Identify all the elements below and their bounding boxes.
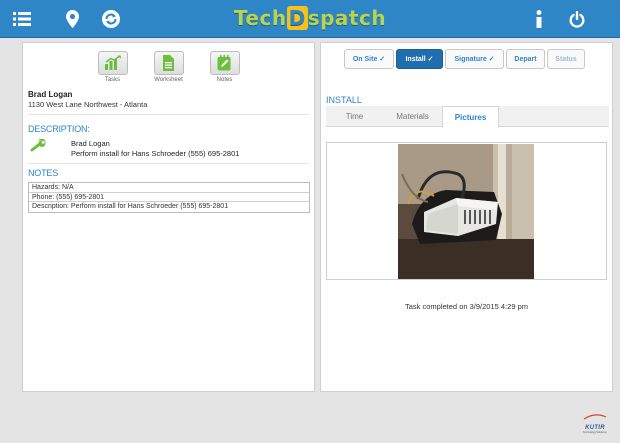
footer [0, 397, 620, 443]
customer-name: Brad Logan [28, 90, 73, 99]
status-steps: On Site ✓ Install ✓ Signature ✓ Depart S… [344, 49, 585, 69]
tab-materials[interactable]: Materials [383, 106, 442, 127]
logo-swoosh-icon [583, 414, 607, 420]
kutir-logo: KUTIR Technology Solutions [582, 407, 608, 434]
picture-frame [326, 142, 607, 280]
notes-label: Notes [216, 77, 233, 83]
notes-title: NOTES [28, 168, 59, 178]
completion-status: Task completed on 3/9/2015 4:29 pm [405, 302, 528, 311]
customer-address: 1130 West Lane Northwest - Atlanta [28, 100, 148, 109]
notes-row: Phone: (555) 695-2801 [29, 193, 309, 202]
on-site-button[interactable]: On Site ✓ [344, 49, 394, 69]
notes-button[interactable]: Notes [209, 51, 240, 83]
description-text: Perform install for Hans Schroeder (555)… [71, 149, 240, 158]
signature-button[interactable]: Signature ✓ [445, 49, 504, 69]
worksheet-label: Worksheet [154, 77, 183, 83]
notes-icon [209, 51, 240, 75]
power-icon[interactable] [568, 0, 586, 38]
notes-table: Hazards: N/A Phone: (555) 695-2801 Descr… [28, 182, 310, 213]
tasks-icon [97, 51, 128, 75]
install-title: INSTALL [326, 95, 362, 105]
status-button[interactable]: Status [547, 49, 585, 69]
tab-pictures[interactable]: Pictures [442, 106, 499, 128]
notes-row: Description: Perform install for Hans Sc… [32, 203, 229, 210]
install-tabs: Time Materials Pictures [326, 106, 609, 128]
wrench-icon [30, 138, 47, 158]
divider [28, 163, 309, 164]
tab-time[interactable]: Time [326, 106, 383, 127]
divider [28, 114, 309, 115]
description-customer-name: Brad Logan [71, 139, 110, 148]
tasks-button[interactable]: Tasks [97, 51, 128, 83]
notes-row: Hazards: N/A [29, 183, 309, 193]
tasks-label: Tasks [104, 77, 121, 83]
task-photo[interactable] [398, 144, 534, 279]
task-toolbar: Tasks Worksheet Notes [23, 51, 314, 83]
description-title: DESCRIPTION: [28, 124, 90, 134]
top-bar: Tech Dspatch [0, 0, 620, 38]
task-panel: On Site ✓ Install ✓ Signature ✓ Depart S… [320, 42, 613, 392]
install-button[interactable]: Install ✓ [396, 49, 443, 69]
app-logo: Tech Dspatch [233, 6, 387, 30]
worksheet-icon [153, 51, 184, 75]
customer-panel: Tasks Worksheet Notes Brad Logan 1130 We… [22, 42, 315, 392]
worksheet-button[interactable]: Worksheet [153, 51, 184, 83]
info-icon[interactable] [534, 0, 544, 38]
depart-button[interactable]: Depart [506, 49, 545, 69]
